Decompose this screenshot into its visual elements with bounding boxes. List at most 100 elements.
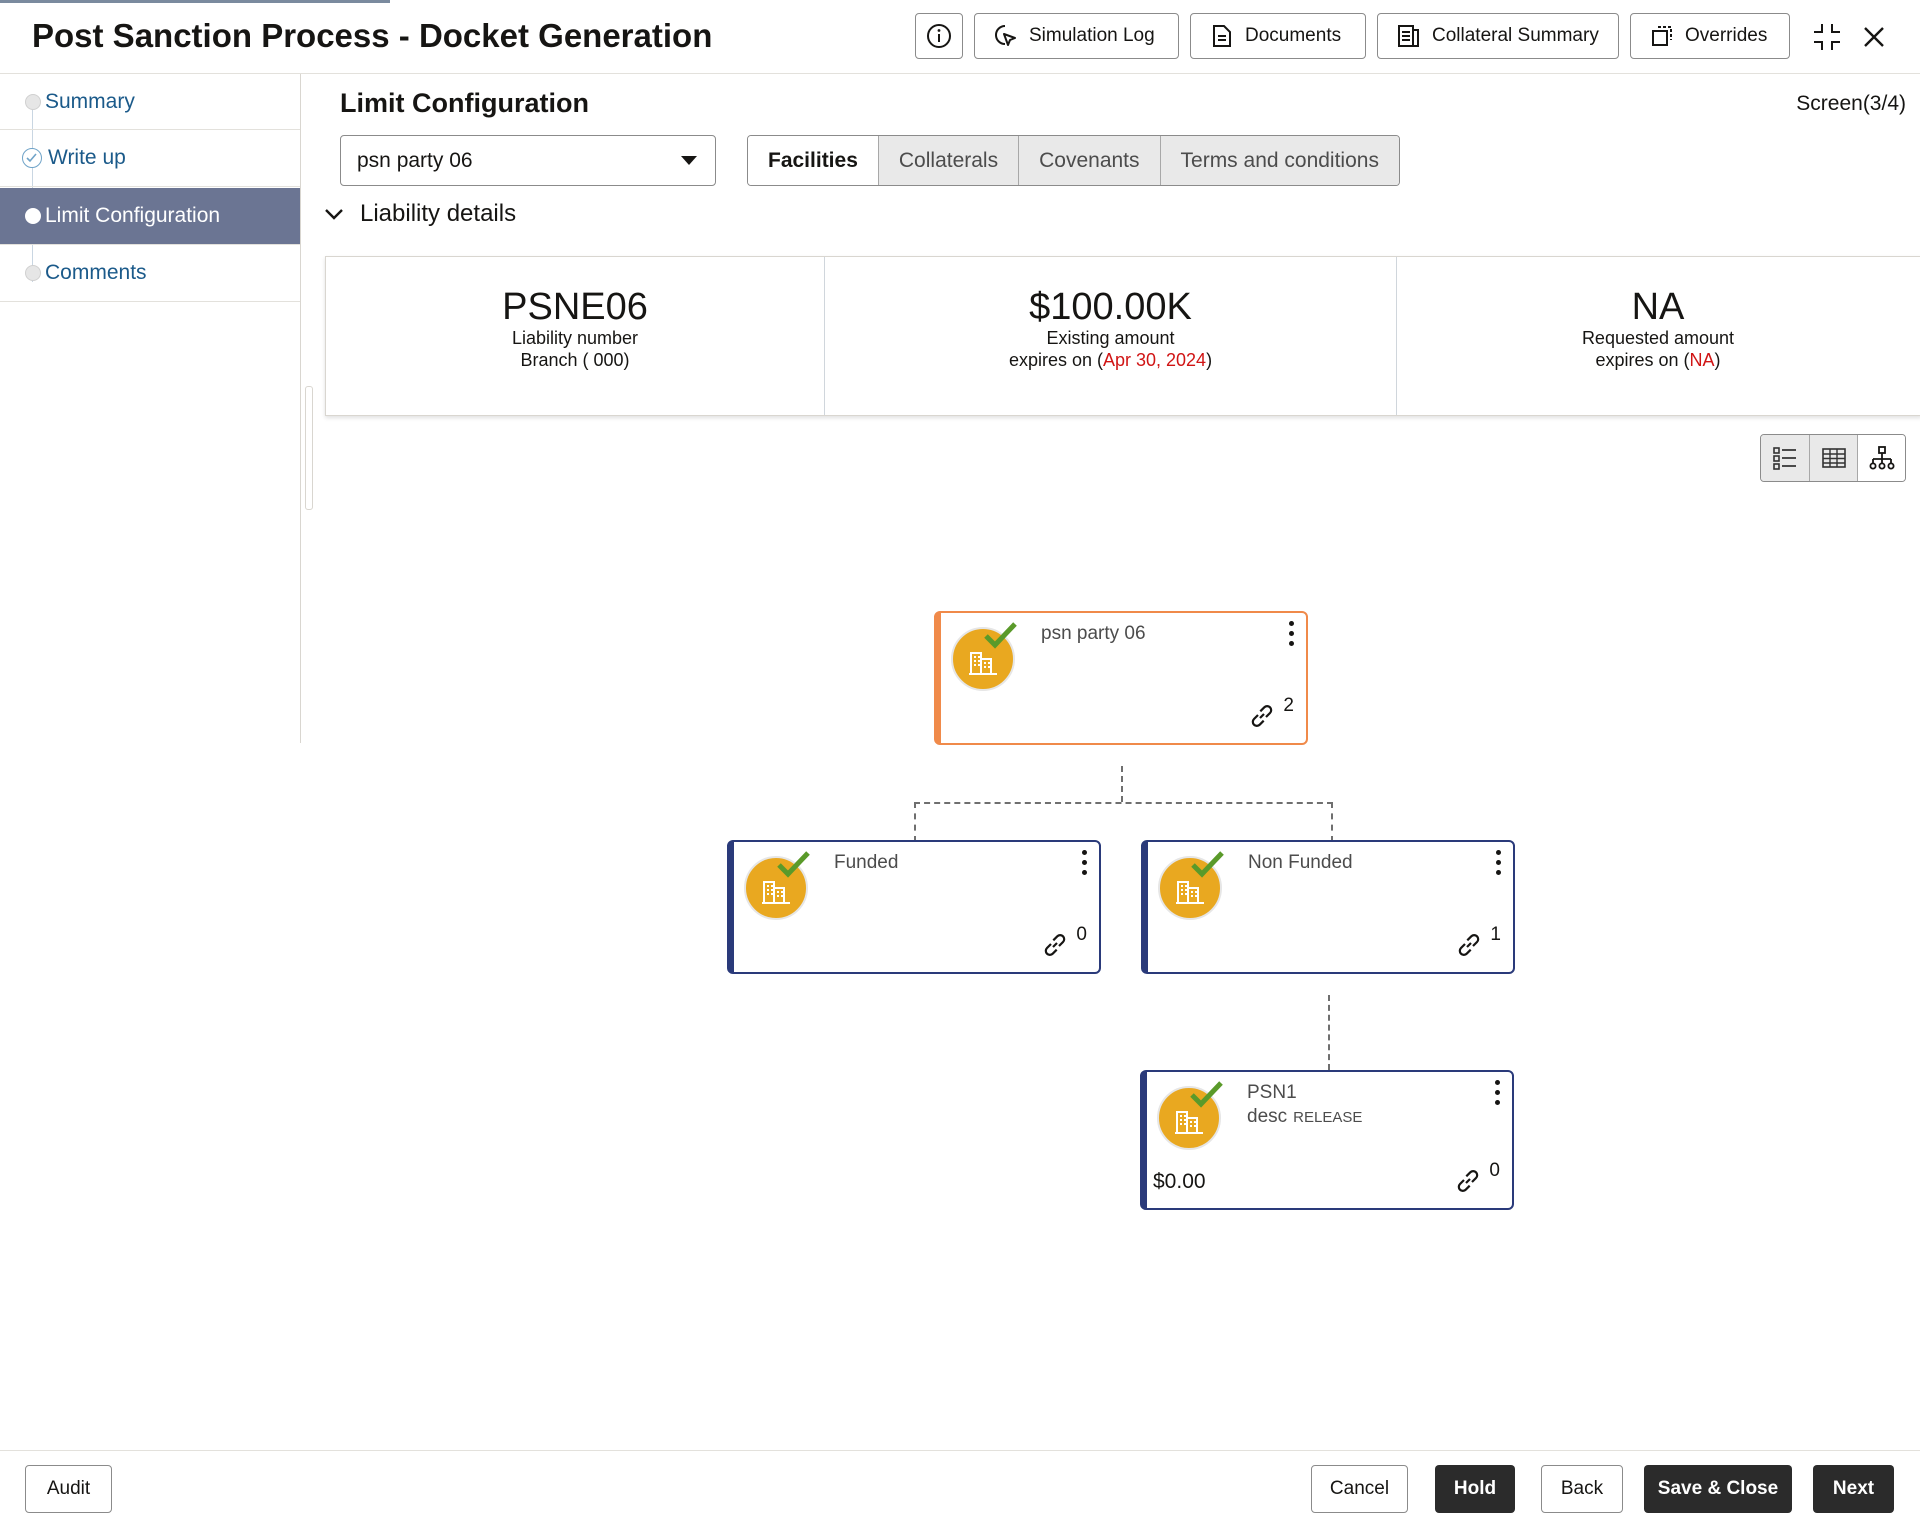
link-icon [1252, 705, 1273, 727]
status-badge: RELEASE [1293, 1109, 1363, 1126]
overrides-button[interactable]: Overrides [1630, 13, 1790, 59]
liability-section-toggle[interactable]: Liability details [324, 200, 516, 228]
building-icon [1175, 1111, 1203, 1134]
sidebar-item-limit-configuration[interactable]: Limit Configuration [0, 188, 300, 245]
tree-node-funded[interactable]: Funded 0 [727, 840, 1101, 974]
collapse-button[interactable] [1809, 19, 1845, 55]
more-options-icon[interactable] [1493, 850, 1503, 882]
header: Post Sanction Process - Docket Generatio… [0, 3, 1920, 74]
node-links[interactable]: 0 [1453, 1160, 1500, 1196]
building-icon [1176, 881, 1204, 904]
existing-amount-card: $100.00K Existing amount expires on (Apr… [824, 257, 1396, 415]
info-button[interactable] [915, 13, 963, 59]
liability-section-title: Liability details [360, 200, 517, 227]
node-name: psn party 06 [1041, 623, 1146, 644]
tree-connector [1328, 995, 1330, 1070]
chevron-down-icon [681, 156, 697, 165]
more-options-icon[interactable] [1286, 621, 1296, 653]
sidebar: Summary Write up Limit Configuration Com… [0, 74, 301, 743]
building-avatar [951, 622, 1017, 691]
check-icon [1191, 851, 1224, 878]
next-button[interactable]: Next [1813, 1465, 1894, 1513]
list-view-icon [1773, 447, 1796, 470]
sidebar-item-label: Limit Configuration [45, 204, 221, 227]
sidebar-item-summary[interactable]: Summary [0, 74, 300, 130]
cancel-button[interactable]: Cancel [1311, 1465, 1408, 1513]
page-title: Post Sanction Process - Docket Generatio… [32, 17, 713, 54]
node-name: PSN1 [1247, 1082, 1297, 1103]
tree-node-party[interactable]: psn party 06 2 [934, 611, 1308, 745]
sidebar-item-label: Write up [48, 146, 126, 169]
hold-button[interactable]: Hold [1435, 1465, 1515, 1513]
card-label: Requested amount [1581, 328, 1735, 348]
summary-doc-icon [1398, 25, 1419, 47]
simulation-log-button[interactable]: Simulation Log [974, 13, 1179, 59]
step-pending-icon [25, 93, 41, 110]
chevron-down-icon [325, 209, 343, 220]
expiry-date: NA [1689, 350, 1715, 370]
collapse-icon [1814, 24, 1840, 50]
list-view-button[interactable] [1761, 435, 1809, 481]
audit-button[interactable]: Audit [25, 1465, 112, 1513]
card-sublabel: expires on (NA) [1595, 350, 1721, 370]
tree-node-non-funded[interactable]: Non Funded 1 [1141, 840, 1515, 974]
sidebar-item-write-up[interactable]: Write up [0, 130, 300, 187]
building-icon [762, 881, 790, 904]
tab-collaterals[interactable]: Collaterals [877, 136, 1019, 185]
liability-number-card: PSNE06 Liability number Branch ( 000) [326, 257, 824, 415]
node-name: Non Funded [1248, 852, 1353, 873]
tree-node-facility[interactable]: PSN1 desc RELEASE $0.00 0 [1140, 1070, 1514, 1210]
step-active-icon [25, 208, 41, 224]
link-count: 1 [1490, 924, 1501, 945]
sidebar-item-comments[interactable]: Comments [0, 245, 300, 302]
link-count: 0 [1076, 924, 1087, 945]
step-done-icon [22, 148, 42, 168]
close-button[interactable] [1856, 19, 1892, 55]
table-view-button[interactable] [1809, 435, 1857, 481]
card-label: Existing amount [1046, 328, 1175, 348]
card-sublabel: Branch ( 000) [520, 350, 630, 370]
sidebar-item-label: Comments [45, 261, 147, 284]
back-button[interactable]: Back [1541, 1465, 1623, 1513]
link-icon [1458, 1170, 1479, 1192]
tab-facilities[interactable]: Facilities [748, 136, 878, 185]
check-icon [984, 622, 1017, 649]
sidebar-scrollbar[interactable] [305, 386, 313, 510]
link-count: 2 [1283, 695, 1294, 716]
check-icon [1190, 1081, 1223, 1108]
documents-label: Documents [1245, 25, 1342, 46]
view-toggle [1760, 434, 1906, 482]
documents-button[interactable]: Documents [1190, 13, 1366, 59]
expiry-date: Apr 30, 2024 [1102, 350, 1207, 370]
node-links[interactable]: 0 [1040, 924, 1087, 960]
node-links[interactable]: 1 [1454, 924, 1501, 960]
link-count: 0 [1489, 1160, 1500, 1181]
tab-covenants[interactable]: Covenants [1018, 136, 1160, 185]
facility-amount: $0.00 [1153, 1170, 1206, 1193]
footer: Audit Cancel Hold Back Save & Close Next [0, 1450, 1920, 1519]
collateral-summary-label: Collateral Summary [1432, 25, 1599, 46]
more-options-icon[interactable] [1492, 1080, 1502, 1112]
document-icon [1213, 25, 1231, 47]
card-label: Liability number [511, 328, 639, 348]
card-value: NA [1631, 286, 1685, 328]
liability-cards: PSNE06 Liability number Branch ( 000) $1… [325, 256, 1920, 416]
tree-view-icon [1869, 446, 1894, 470]
overrides-label: Overrides [1685, 25, 1768, 46]
link-icon [1459, 934, 1480, 956]
table-view-icon [1821, 448, 1846, 468]
tab-terms-and-conditions[interactable]: Terms and conditions [1159, 136, 1399, 185]
sidebar-item-label: Summary [45, 89, 135, 113]
link-icon [1045, 934, 1066, 956]
node-links[interactable]: 2 [1247, 695, 1294, 731]
party-select[interactable]: psn party 06 [340, 135, 716, 186]
more-options-icon[interactable] [1079, 850, 1089, 882]
tree-connector [1121, 766, 1123, 802]
card-value: PSNE06 [502, 286, 648, 328]
save-close-button[interactable]: Save & Close [1644, 1465, 1792, 1513]
tree-view-button[interactable] [1857, 435, 1905, 481]
card-value: $100.00K [1029, 286, 1192, 328]
check-icon [777, 851, 810, 878]
building-avatar [1157, 1081, 1223, 1150]
collateral-summary-button[interactable]: Collateral Summary [1377, 13, 1619, 59]
